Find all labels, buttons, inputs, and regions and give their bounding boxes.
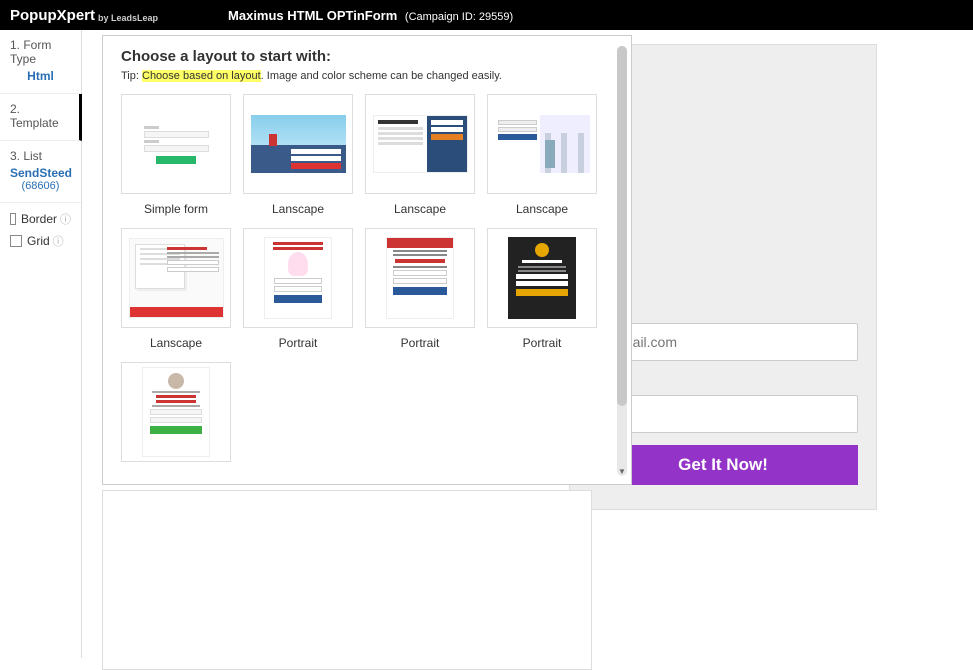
sidebar-item-template[interactable]: 2. Template <box>0 94 82 141</box>
template-thumbnail <box>243 94 353 194</box>
help-icon[interactable]: ⓘ <box>53 233 64 249</box>
template-landscape-1[interactable]: Lanscape <box>243 94 353 216</box>
template-thumbnail <box>121 362 231 462</box>
template-simple-form[interactable]: Simple form <box>121 94 231 216</box>
border-label: Border <box>21 212 57 226</box>
sidebar-options: Border ⓘ Grid ⓘ <box>0 203 81 263</box>
grid-checkbox[interactable]: Grid ⓘ <box>10 233 71 249</box>
sidebar-value: Html <box>10 69 71 83</box>
template-grid: Simple form Lanscape <box>121 94 631 462</box>
template-portrait-3[interactable]: Portrait <box>487 228 597 350</box>
help-icon[interactable]: ⓘ <box>60 211 71 227</box>
canvas-area[interactable] <box>102 490 592 670</box>
template-portrait-1[interactable]: Portrait <box>243 228 353 350</box>
sidebar-label: 3. List <box>10 149 71 163</box>
sidebar-item-list[interactable]: 3. List SendSteed (68606) <box>0 141 81 203</box>
sidebar-label: 1. Form Type <box>10 38 71 66</box>
sidebar-label: 2. Template <box>10 102 69 130</box>
chooser-tip: Tip: Choose based on layout. Image and c… <box>121 70 631 82</box>
template-label: Portrait <box>365 336 475 350</box>
template-label: Lanscape <box>487 202 597 216</box>
sidebar-subvalue: (68606) <box>10 180 71 192</box>
logo-text: PopupXpert <box>10 7 95 24</box>
main-container: 1. Form Type Html 2. Template 3. List Se… <box>0 30 973 658</box>
scrollbar[interactable]: ▼ <box>617 46 627 476</box>
sidebar-value: SendSteed <box>10 166 71 180</box>
scroll-down-icon[interactable]: ▼ <box>617 466 627 476</box>
template-label: Lanscape <box>243 202 353 216</box>
template-thumbnail <box>487 94 597 194</box>
template-portrait-4[interactable] <box>121 362 231 462</box>
border-checkbox[interactable]: Border ⓘ <box>10 211 71 227</box>
campaign-id: (Campaign ID: 29559) <box>405 11 513 23</box>
content-area: il e Get It Now! Choose a layout to star… <box>82 30 973 658</box>
template-label: Portrait <box>487 336 597 350</box>
template-landscape-2[interactable]: Lanscape <box>365 94 475 216</box>
template-thumbnail <box>487 228 597 328</box>
template-label: Portrait <box>243 336 353 350</box>
sidebar-item-formtype[interactable]: 1. Form Type Html <box>0 30 81 94</box>
form-title: Maximus HTML OPTinForm <box>228 8 397 23</box>
chooser-title: Choose a layout to start with: <box>121 48 631 65</box>
template-landscape-4[interactable]: Lanscape <box>121 228 231 350</box>
template-portrait-2[interactable]: Portrait <box>365 228 475 350</box>
template-thumbnail <box>365 228 475 328</box>
layout-chooser: Choose a layout to start with: Tip: Choo… <box>102 35 632 485</box>
header-title: Maximus HTML OPTinForm (Campaign ID: 295… <box>228 8 513 23</box>
top-header: PopupXpert by LeadsLeap Maximus HTML OPT… <box>0 0 973 30</box>
checkbox-icon <box>10 235 22 247</box>
template-thumbnail <box>365 94 475 194</box>
tip-suffix: . Image and color scheme can be changed … <box>261 70 502 82</box>
logo-byline: by LeadsLeap <box>98 13 158 23</box>
template-thumbnail <box>243 228 353 328</box>
scrollbar-thumb[interactable] <box>617 46 627 406</box>
template-thumbnail <box>121 228 231 328</box>
logo: PopupXpert by LeadsLeap <box>10 7 158 24</box>
tip-prefix: Tip: <box>121 70 142 82</box>
template-label: Lanscape <box>121 336 231 350</box>
grid-label: Grid <box>27 234 50 248</box>
template-label: Lanscape <box>365 202 475 216</box>
checkbox-icon <box>10 213 16 225</box>
tip-highlight: Choose based on layout <box>142 70 261 82</box>
template-label: Simple form <box>121 202 231 216</box>
template-landscape-3[interactable]: Lanscape <box>487 94 597 216</box>
sidebar: 1. Form Type Html 2. Template 3. List Se… <box>0 30 82 658</box>
template-thumbnail <box>121 94 231 194</box>
